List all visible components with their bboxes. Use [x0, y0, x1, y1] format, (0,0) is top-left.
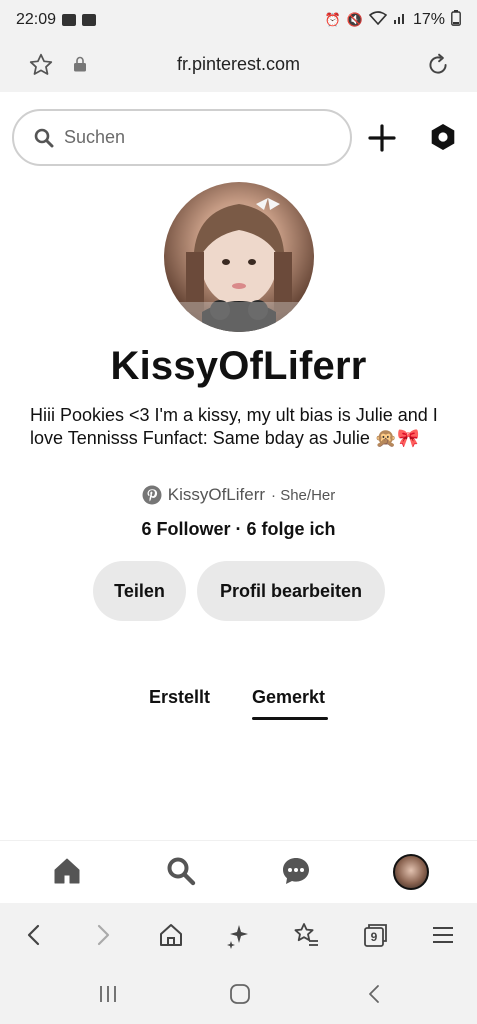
profile-name: KissyOfLiferr	[110, 344, 367, 388]
profile-handle[interactable]: KissyOfLiferr	[168, 485, 265, 505]
app-bottom-nav	[0, 840, 477, 902]
edit-profile-button[interactable]: Profil bearbeiten	[197, 561, 385, 621]
search-nav-icon[interactable]	[165, 855, 197, 887]
url-text[interactable]: fr.pinterest.com	[0, 54, 477, 75]
home-button-icon[interactable]	[227, 981, 253, 1007]
home-icon[interactable]	[51, 855, 83, 887]
reload-icon[interactable]	[425, 52, 451, 78]
sparkle-icon[interactable]	[225, 921, 253, 949]
search-box[interactable]	[12, 109, 352, 166]
search-icon	[34, 128, 54, 147]
following-count[interactable]: 6 folge ich	[247, 519, 336, 539]
recent-apps-icon[interactable]	[95, 981, 121, 1007]
bookmarks-icon[interactable]	[292, 921, 320, 949]
follow-separator: ·	[230, 519, 247, 539]
status-left: 22:09	[16, 11, 97, 29]
follow-stats: 6 Follower · 6 folge ich	[0, 519, 477, 540]
messages-icon[interactable]	[280, 855, 312, 887]
profile-avatar[interactable]	[164, 182, 314, 332]
status-bar: 22:09 ⏰ 🔇 17%	[0, 0, 477, 40]
battery-percent: 17%	[412, 11, 445, 28]
browser-url-bar: fr.pinterest.com	[0, 40, 477, 92]
wifi-icon	[368, 11, 388, 29]
followers-count[interactable]: 6 Follower	[141, 519, 230, 539]
alarm-icon: ⏰	[324, 12, 341, 28]
create-plus-icon[interactable]	[366, 122, 398, 154]
system-nav-bar	[0, 965, 477, 1024]
tab-created[interactable]: Erstellt	[149, 687, 210, 708]
share-button[interactable]: Teilen	[93, 561, 186, 621]
battery-icon	[451, 9, 461, 31]
settings-hexagon-icon[interactable]	[428, 122, 458, 152]
browser-toolbar: 9	[0, 903, 477, 965]
tabs-icon[interactable]: 9	[361, 921, 389, 949]
status-time: 22:09	[16, 11, 57, 28]
status-right: ⏰ 🔇 17%	[324, 9, 461, 31]
avatar-photo	[164, 198, 314, 332]
profile-pronouns: · She/Her	[271, 486, 336, 504]
home-browser-icon[interactable]	[157, 921, 185, 949]
forward-icon[interactable]	[89, 921, 117, 949]
system-back-icon[interactable]	[362, 981, 388, 1007]
menu-icon[interactable]	[429, 921, 457, 949]
signal-icon	[393, 11, 407, 29]
youtube-notification-icon	[62, 14, 77, 26]
tab-count: 9	[370, 930, 378, 944]
gallery-notification-icon	[82, 14, 97, 26]
mute-icon: 🔇	[346, 12, 363, 28]
pinterest-logo-icon	[142, 485, 162, 505]
tab-saved[interactable]: Gemerkt	[252, 687, 325, 708]
active-tab-indicator	[252, 717, 328, 720]
handle-row: KissyOfLiferr · She/Her	[0, 485, 477, 505]
profile-bio: Hiii Pookies <3 I'm a kissy, my ult bias…	[30, 405, 438, 448]
search-input[interactable]	[64, 127, 324, 148]
back-icon[interactable]	[20, 921, 48, 949]
profile-nav-avatar[interactable]	[393, 854, 429, 890]
